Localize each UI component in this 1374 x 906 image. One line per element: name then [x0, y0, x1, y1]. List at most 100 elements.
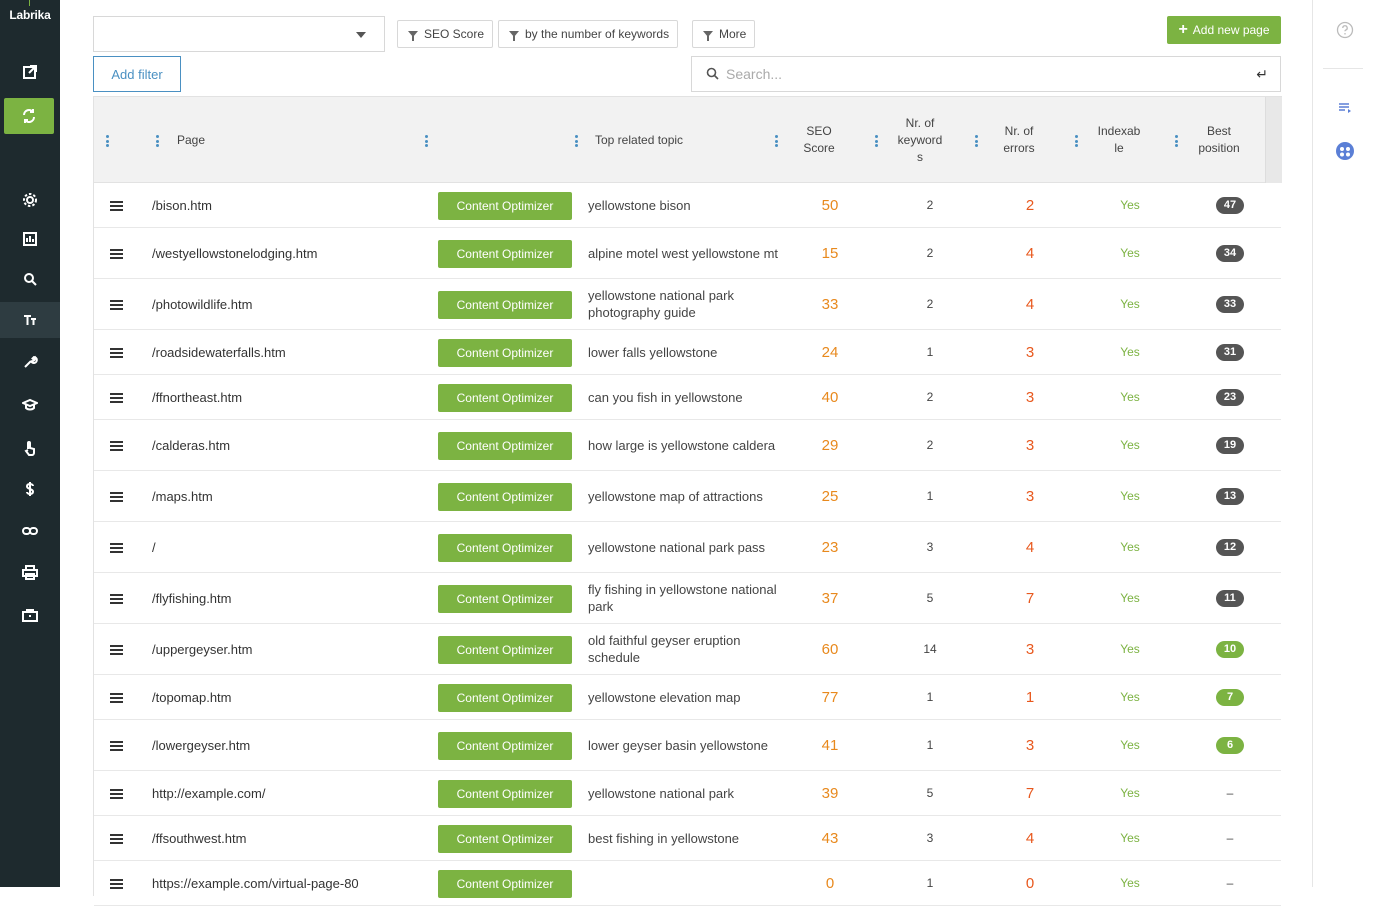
row-menu-icon[interactable]: [110, 593, 123, 604]
content-optimizer-button[interactable]: Content Optimizer: [438, 383, 572, 412]
bar-chart-icon[interactable]: [0, 221, 60, 257]
page-url[interactable]: /: [152, 522, 156, 572]
filter-chip-more[interactable]: More: [692, 20, 756, 48]
content-optimizer-button[interactable]: Content Optimizer: [438, 731, 572, 760]
enter-icon[interactable]: ↵: [1256, 67, 1268, 83]
table-row[interactable]: /topomap.htm Content Optimizer yellowstone…: [94, 675, 1281, 720]
table-row[interactable]: /roadsidewaterfalls.htm Content Optimizer…: [94, 330, 1281, 375]
page-url[interactable]: /roadsidewaterfalls.htm: [152, 330, 286, 374]
content-optimizer-button[interactable]: Content Optimizer: [438, 338, 572, 367]
row-menu-icon[interactable]: [110, 440, 123, 451]
gear-icon[interactable]: [0, 182, 60, 218]
table-row[interactable]: /ffsouthwest.htm Content Optimizer best fi…: [94, 816, 1281, 861]
page-url[interactable]: /ffnortheast.htm: [152, 375, 242, 419]
column-menu-icon[interactable]: [106, 135, 110, 147]
column-menu-icon[interactable]: [775, 135, 779, 147]
table-row[interactable]: /uppergeyser.htm Content Optimizer old fai…: [94, 624, 1281, 675]
row-menu-icon[interactable]: [110, 833, 123, 844]
content-optimizer-button[interactable]: Content Optimizer: [438, 635, 572, 664]
content-optimizer-button[interactable]: Content Optimizer: [438, 290, 572, 319]
column-header-indexable[interactable]: Indexab le: [1094, 97, 1144, 183]
column-menu-icon[interactable]: [975, 135, 979, 147]
column-menu-icon[interactable]: [425, 135, 429, 147]
column-header-errors[interactable]: Nr. of errors: [994, 97, 1044, 183]
filter-chip-keywords[interactable]: by the number of keywords: [498, 20, 679, 48]
table-row[interactable]: /calderas.htm Content Optimizer how large …: [94, 420, 1281, 471]
column-menu-icon[interactable]: [575, 135, 579, 147]
graduation-cap-icon[interactable]: [0, 387, 60, 423]
page-url[interactable]: /lowergeyser.htm: [152, 720, 250, 770]
content-optimizer-button[interactable]: Content Optimizer: [438, 482, 572, 511]
filter-chip-seo-score[interactable]: SEO Score: [397, 20, 494, 48]
page-url[interactable]: /ffsouthwest.htm: [152, 816, 246, 860]
content-optimizer-button[interactable]: Content Optimizer: [438, 779, 572, 808]
table-row[interactable]: / Content Optimizer yellowstone national p…: [94, 522, 1281, 573]
content-optimizer-button[interactable]: Content Optimizer: [438, 431, 572, 460]
column-menu-icon[interactable]: [875, 135, 879, 147]
row-menu-icon[interactable]: [110, 299, 123, 310]
row-menu-icon[interactable]: [110, 200, 123, 211]
table-row[interactable]: /ffnortheast.htm Content Optimizer can you…: [94, 375, 1281, 420]
text-size-icon[interactable]: [0, 302, 60, 338]
row-menu-icon[interactable]: [110, 491, 123, 502]
row-menu-icon[interactable]: [110, 392, 123, 403]
table-row[interactable]: https://example.com/virtual-page-80 Conte…: [94, 861, 1281, 906]
page-url[interactable]: /bison.htm: [152, 183, 212, 227]
briefcase-icon[interactable]: [0, 597, 60, 633]
content-optimizer-button[interactable]: Content Optimizer: [438, 869, 572, 898]
page-url[interactable]: /uppergeyser.htm: [152, 624, 252, 674]
list-icon[interactable]: [1335, 98, 1355, 118]
row-menu-icon[interactable]: [110, 542, 123, 553]
content-optimizer-button[interactable]: Content Optimizer: [438, 533, 572, 562]
table-row[interactable]: /maps.htm Content Optimizer yellowstone ma…: [94, 471, 1281, 522]
row-menu-icon[interactable]: [110, 740, 123, 751]
table-row[interactable]: /lowergeyser.htm Content Optimizer lower g…: [94, 720, 1281, 771]
content-optimizer-button[interactable]: Content Optimizer: [438, 239, 572, 268]
row-menu-icon[interactable]: [110, 788, 123, 799]
table-row[interactable]: /photowildlife.htm Content Optimizer yello…: [94, 279, 1281, 330]
page-url[interactable]: /westyellowstonelodging.htm: [152, 228, 317, 278]
page-url[interactable]: http://example.com/: [152, 771, 265, 815]
column-header-keywords[interactable]: Nr. of keyword s: [894, 97, 946, 183]
page-url[interactable]: /calderas.htm: [152, 420, 230, 470]
page-url[interactable]: /maps.htm: [152, 471, 213, 521]
external-link-icon[interactable]: [0, 54, 60, 90]
row-menu-icon[interactable]: [110, 347, 123, 358]
row-menu-icon[interactable]: [110, 644, 123, 655]
printer-icon[interactable]: [0, 555, 60, 591]
add-filter-button[interactable]: Add filter: [93, 56, 181, 92]
page-url[interactable]: /flyfishing.htm: [152, 573, 231, 623]
content-optimizer-button[interactable]: Content Optimizer: [438, 824, 572, 853]
help-icon[interactable]: [1335, 20, 1355, 40]
row-menu-icon[interactable]: [110, 692, 123, 703]
project-select[interactable]: [93, 16, 385, 52]
content-optimizer-button[interactable]: Content Optimizer: [438, 584, 572, 613]
face-icon[interactable]: [1335, 141, 1355, 161]
link-icon[interactable]: [0, 513, 60, 549]
column-menu-icon[interactable]: [1175, 135, 1179, 147]
row-menu-icon[interactable]: [110, 878, 123, 889]
search-input[interactable]: [726, 61, 1226, 87]
pointer-hand-icon[interactable]: [0, 430, 60, 466]
column-menu-icon[interactable]: [156, 135, 160, 147]
column-menu-icon[interactable]: [1075, 135, 1079, 147]
search-icon[interactable]: [0, 261, 60, 297]
column-header-seo-score[interactable]: SEO Score: [794, 97, 844, 183]
page-url[interactable]: https://example.com/virtual-page-80: [152, 861, 359, 905]
table-row[interactable]: /westyellowstonelodging.htm Content Optim…: [94, 228, 1281, 279]
row-menu-icon[interactable]: [110, 248, 123, 259]
table-row[interactable]: http://example.com/Content Optimizer yell…: [94, 771, 1281, 816]
column-header-page[interactable]: Page: [177, 97, 205, 183]
sync-icon[interactable]: [4, 98, 54, 134]
table-row[interactable]: /bison.htm Content Optimizer yellowstone b…: [94, 183, 1281, 228]
page-url[interactable]: /photowildlife.htm: [152, 279, 252, 329]
page-url[interactable]: /topomap.htm: [152, 675, 232, 719]
dollar-icon[interactable]: [0, 471, 60, 507]
app-logo[interactable]: Labrika: [0, 8, 60, 22]
add-new-page-button[interactable]: + Add new page: [1167, 16, 1281, 44]
wrench-icon[interactable]: [0, 344, 60, 380]
table-row[interactable]: /flyfishing.htm Content Optimizer fly fish…: [94, 573, 1281, 624]
column-header-best-position[interactable]: Best position: [1194, 97, 1244, 183]
content-optimizer-button[interactable]: Content Optimizer: [438, 191, 572, 220]
column-header-topic[interactable]: Top related topic: [595, 97, 683, 183]
